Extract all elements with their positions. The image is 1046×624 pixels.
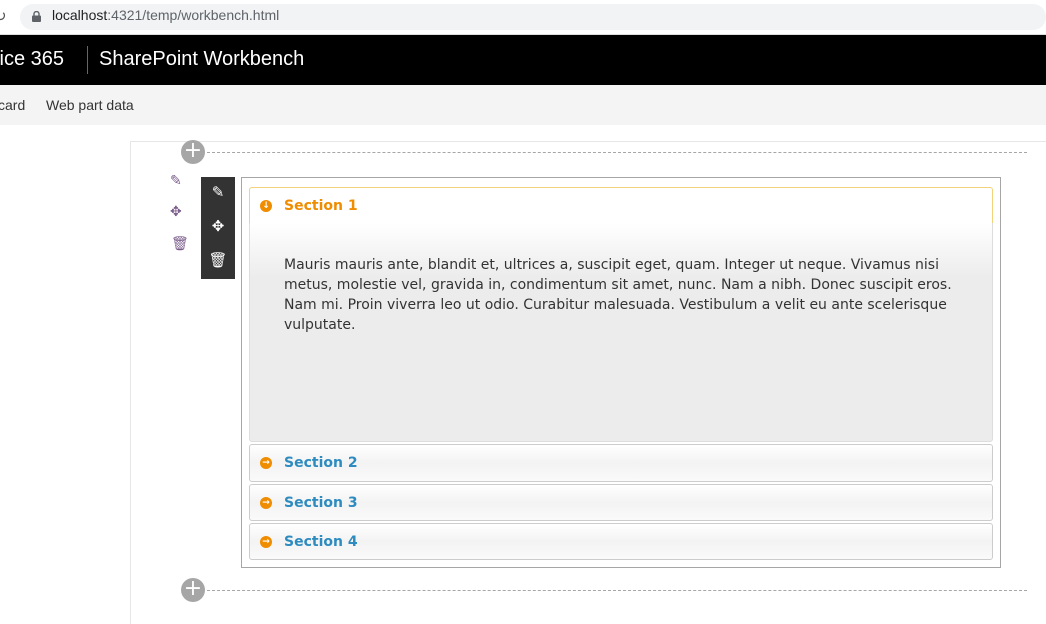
section-divider <box>207 590 1027 591</box>
canvas-border <box>130 141 131 624</box>
url-host: localhost <box>52 7 108 23</box>
add-section-top-button[interactable]: + <box>181 140 205 164</box>
section-title: Section 2 <box>284 455 358 471</box>
accordion-panel-section-1: Mauris mauris ante, blandit et, ultrices… <box>249 223 993 442</box>
arrow-down-circle-icon: ↓ <box>260 199 272 212</box>
browser-bar: ↻ localhost:4321/temp/workbench.html <box>0 0 1046 35</box>
workbench-title: SharePoint Workbench <box>99 48 305 70</box>
section-title: Section 3 <box>284 494 358 511</box>
move-webpart-icon[interactable]: ✥ <box>201 217 235 235</box>
accordion-header-section-1[interactable]: ↓ Section 1 <box>249 187 993 224</box>
section-divider <box>207 152 1027 153</box>
accordion-header-section-4[interactable]: → Section 4 <box>249 523 993 560</box>
url-text[interactable]: localhost:4321/temp/workbench.html <box>52 7 279 23</box>
accordion-header-section-2[interactable]: → Section 2 <box>249 444 993 482</box>
move-section-icon[interactable]: ✥ <box>170 204 182 220</box>
delete-section-icon[interactable]: 🗑 <box>171 236 189 252</box>
suite-bar: fice 365 SharePoint Workbench <box>0 35 1046 85</box>
arrow-right-circle-icon: → <box>260 496 272 509</box>
command-bar: card Web part data <box>0 85 1046 125</box>
webpart-toolbar: ✎ ✥ 🗑 <box>201 177 235 279</box>
section-title: Section 1 <box>284 197 358 214</box>
arrow-right-circle-icon: → <box>260 535 272 548</box>
edit-section-icon[interactable]: ✎ <box>170 173 182 189</box>
add-section-bottom-button[interactable]: + <box>181 578 205 602</box>
edit-webpart-icon[interactable]: ✎ <box>201 183 235 201</box>
section-title: Section 4 <box>284 533 358 550</box>
accordion-header-section-3[interactable]: → Section 3 <box>249 484 993 521</box>
delete-webpart-icon[interactable]: 🗑 <box>201 251 235 269</box>
canvas-border <box>130 141 1046 142</box>
divider <box>87 46 88 74</box>
command-web-part-data[interactable]: Web part data <box>46 97 134 113</box>
command-discard[interactable]: card <box>0 97 25 113</box>
lock-icon <box>32 11 41 22</box>
reload-icon[interactable]: ↻ <box>0 7 7 25</box>
arrow-right-circle-icon: → <box>260 457 272 469</box>
brand-label[interactable]: fice 365 <box>0 48 64 71</box>
url-path: :4321/temp/workbench.html <box>107 7 280 23</box>
